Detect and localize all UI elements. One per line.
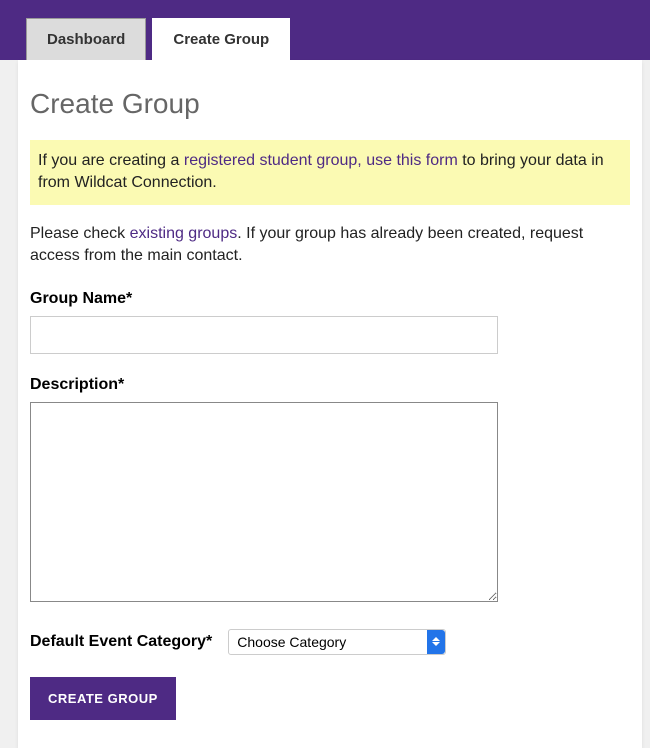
category-label: Default Event Category* [30, 633, 212, 651]
header-bar: Dashboard Create Group [0, 0, 650, 60]
form-row-group-name: Group Name* [30, 290, 630, 354]
category-select-wrap: Choose Category [228, 629, 446, 655]
notice-box: If you are creating a registered student… [30, 140, 630, 205]
category-select[interactable]: Choose Category [228, 629, 446, 655]
main-container: Create Group If you are creating a regis… [18, 60, 642, 748]
notice-prefix: If you are creating a [38, 152, 184, 169]
info-link[interactable]: existing groups [130, 225, 238, 242]
page-title: Create Group [30, 88, 630, 120]
form-row-category: Default Event Category* Choose Category [30, 629, 630, 655]
info-prefix: Please check [30, 225, 130, 242]
description-textarea[interactable] [30, 402, 498, 602]
notice-link[interactable]: registered student group, use this form [184, 152, 458, 169]
tab-create-group[interactable]: Create Group [152, 18, 290, 60]
info-text: Please check existing groups. If your gr… [30, 223, 630, 268]
form-row-description: Description* [30, 376, 630, 607]
create-group-button[interactable]: CREATE GROUP [30, 677, 176, 720]
tab-dashboard[interactable]: Dashboard [26, 18, 146, 60]
description-label: Description* [30, 376, 630, 394]
group-name-input[interactable] [30, 316, 498, 354]
group-name-label: Group Name* [30, 290, 630, 308]
